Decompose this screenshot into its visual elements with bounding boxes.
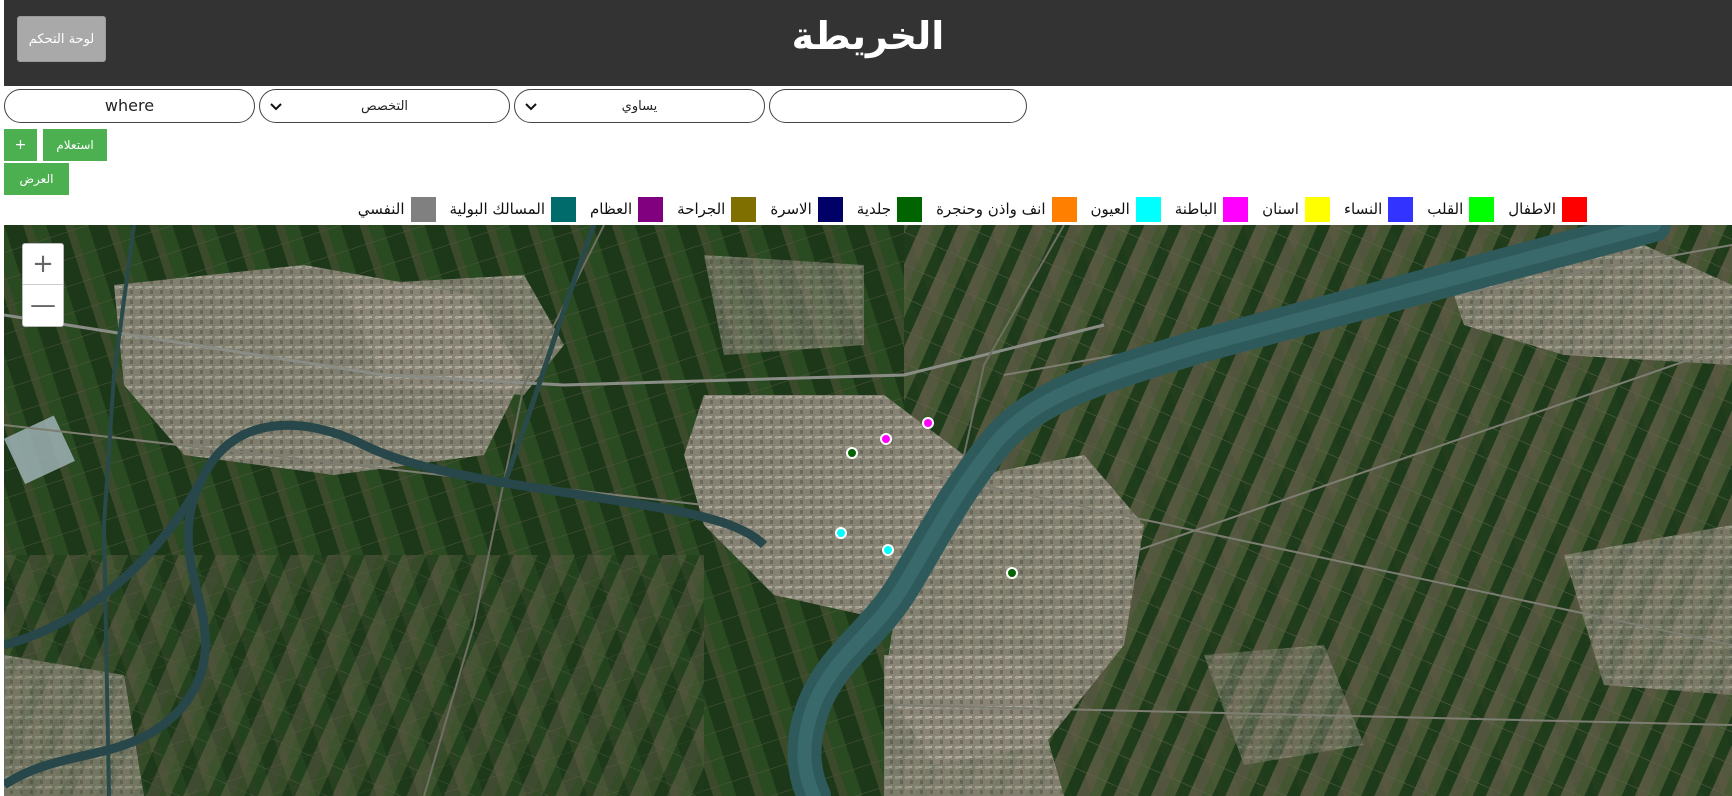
map-marker[interactable] [880,433,892,445]
show-button[interactable]: العرض [4,163,69,195]
legend-label: الباطنة [1174,200,1218,218]
map-marker[interactable] [1006,567,1018,579]
query-button[interactable]: استعلام [43,129,107,161]
legend-item: المسالك البولية [449,196,577,222]
legend-swatch [1223,196,1249,222]
page-title: الخريطة [791,14,945,58]
legend-item: جلدية [856,196,923,222]
map-view[interactable]: + — [4,225,1732,796]
map-marker[interactable] [835,527,847,539]
header-bar: الخريطة لوحة التحكم [4,0,1732,86]
add-condition-button[interactable]: + [4,129,37,161]
legend-swatch [817,196,843,222]
legend-item: الجراحة [677,196,757,222]
legend-label: القلب [1427,200,1464,218]
marker-layer [835,417,1018,579]
legend-item: العظام [590,196,664,222]
legend-item: النفسي [357,196,436,222]
map-marker[interactable] [846,447,858,459]
legend-item: الاطفال [1508,196,1587,222]
legend-label: المسالك البولية [449,200,546,218]
legend-item: الباطنة [1174,196,1249,222]
legend-label: النفسي [357,200,405,218]
legend-item: اسنان [1262,196,1330,222]
chevron-down-icon [270,103,282,111]
map-marker[interactable] [922,417,934,429]
legend-swatch [410,196,436,222]
specialty-select[interactable]: التخصص [259,89,510,123]
legend-swatch [1388,196,1414,222]
legend-label: اسنان [1262,200,1299,218]
legend-item: النساء [1343,196,1414,222]
legend-label: الجراحة [677,200,726,218]
legend-item: انف واذن وحنجرة [936,196,1077,222]
value-input[interactable] [769,89,1027,123]
legend-label: العظام [590,200,633,218]
legend-label: جلدية [856,200,892,218]
legend-swatch [897,196,923,222]
legend-swatch [1135,196,1161,222]
legend-label: انف واذن وحنجرة [936,200,1046,218]
legend-swatch [638,196,664,222]
legend-item: القلب [1427,196,1495,222]
legend-label: الاسرة [770,200,812,218]
legend-item: العيون [1090,196,1161,222]
zoom-in-button[interactable]: + [23,244,63,285]
legend-swatch [1304,196,1330,222]
specialty-select-value: التخصص [360,98,409,114]
legend-label: العيون [1090,200,1130,218]
zoom-control: + — [22,243,64,327]
dashboard-button[interactable]: لوحة التحكم [17,16,106,62]
specialty-legend: الاطفال القلب النساء اسنان الباطنة العيون انف … [344,196,1587,222]
legend-item: الاسرة [770,196,843,222]
map-marker[interactable] [882,544,894,556]
legend-swatch [1051,196,1077,222]
zoom-out-button[interactable]: — [23,285,63,325]
legend-swatch [1562,196,1587,222]
where-input-value: where [104,96,155,115]
legend-label: الاطفال [1508,200,1556,218]
where-input[interactable]: where [4,89,255,123]
legend-swatch [551,196,577,222]
operator-select[interactable]: يساوي [514,89,765,123]
legend-swatch [731,196,757,222]
chevron-down-icon [525,103,537,111]
operator-select-value: يساوي [621,98,658,114]
legend-label: النساء [1343,200,1383,218]
legend-swatch [1469,196,1495,222]
